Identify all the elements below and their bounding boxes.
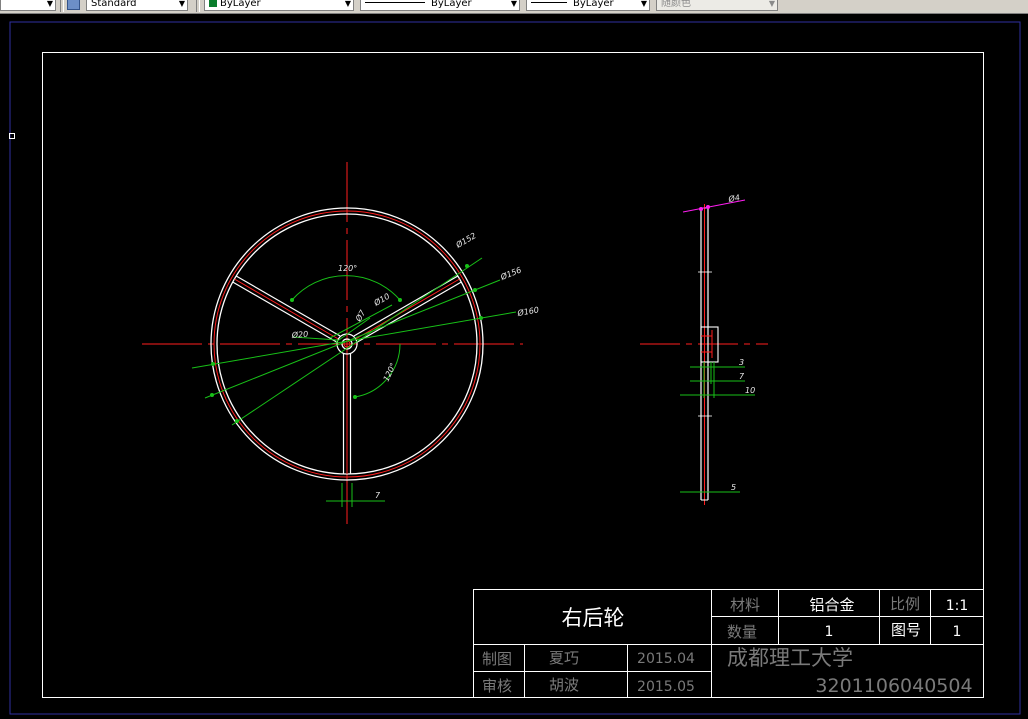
text-style-dropdown[interactable]: Standard ▼ — [86, 0, 188, 11]
school-name: 成都理工大学 — [727, 646, 853, 670]
dim-d20: Ø20 — [290, 329, 308, 340]
dim-d4: Ø4 — [727, 192, 741, 204]
text-style-icon[interactable] — [67, 0, 80, 10]
checked-date: 2015.05 — [637, 679, 695, 695]
chevron-down-icon: ▼ — [178, 0, 185, 8]
drawing-no-value: 1 — [953, 624, 962, 640]
linetype-dropdown[interactable]: ByLayer ▼ — [360, 0, 520, 11]
chevron-down-icon: ▼ — [768, 0, 775, 8]
drawn-label: 制图 — [482, 650, 512, 668]
checked-name: 胡波 — [549, 676, 579, 694]
drawing-no-label: 图号 — [891, 621, 921, 639]
linetype-value: ByLayer — [431, 0, 472, 9]
lineweight-dropdown[interactable]: ByLayer ▼ — [526, 0, 650, 11]
dim-angle-top: 120° — [338, 264, 357, 273]
color-swatch-icon — [209, 0, 217, 7]
drawn-name: 夏巧 — [549, 649, 579, 667]
lineweight-preview — [531, 2, 567, 3]
part-name: 右后轮 — [562, 606, 625, 630]
checked-label: 审核 — [482, 677, 512, 695]
text-style-value: Standard — [91, 0, 137, 9]
toolbar-dropdown-partial[interactable]: ▼ — [0, 0, 56, 11]
toolbar-separator — [60, 0, 64, 12]
plot-style-value: 随颜色 — [661, 0, 691, 9]
linetype-preview — [365, 2, 425, 3]
quantity-label: 数量 — [727, 623, 757, 641]
plot-style-dropdown[interactable]: 随颜色 ▼ — [656, 0, 778, 11]
chevron-down-icon: ▼ — [510, 0, 517, 8]
scale-label: 比例 — [890, 595, 920, 613]
dim-s10: 10 — [745, 386, 755, 395]
scale-value: 1:1 — [946, 598, 969, 614]
color-dropdown[interactable]: ByLayer ▼ — [204, 0, 354, 11]
chevron-down-icon: ▼ — [46, 0, 53, 8]
material-value: 铝合金 — [809, 596, 854, 614]
drawn-date: 2015.04 — [637, 651, 695, 667]
student-id: 3201106040504 — [815, 675, 972, 697]
toolbar-separator — [196, 0, 200, 12]
lineweight-value: ByLayer — [573, 0, 614, 9]
material-label: 材料 — [730, 596, 760, 614]
drawing-canvas[interactable]: Ø152 Ø156 Ø160 Ø10 Ø7 Ø20 120° 120° 7 Ø4… — [0, 14, 1028, 719]
color-value: ByLayer — [220, 0, 261, 9]
dim-s3: 3 — [739, 358, 744, 367]
quantity-value: 1 — [825, 624, 834, 640]
dim-s5: 5 — [731, 483, 736, 492]
chevron-down-icon: ▼ — [640, 0, 647, 8]
properties-toolbar: ▼ Standard ▼ ByLayer ▼ ByLayer ▼ ByLayer… — [0, 0, 1028, 14]
chevron-down-icon: ▼ — [344, 0, 351, 8]
